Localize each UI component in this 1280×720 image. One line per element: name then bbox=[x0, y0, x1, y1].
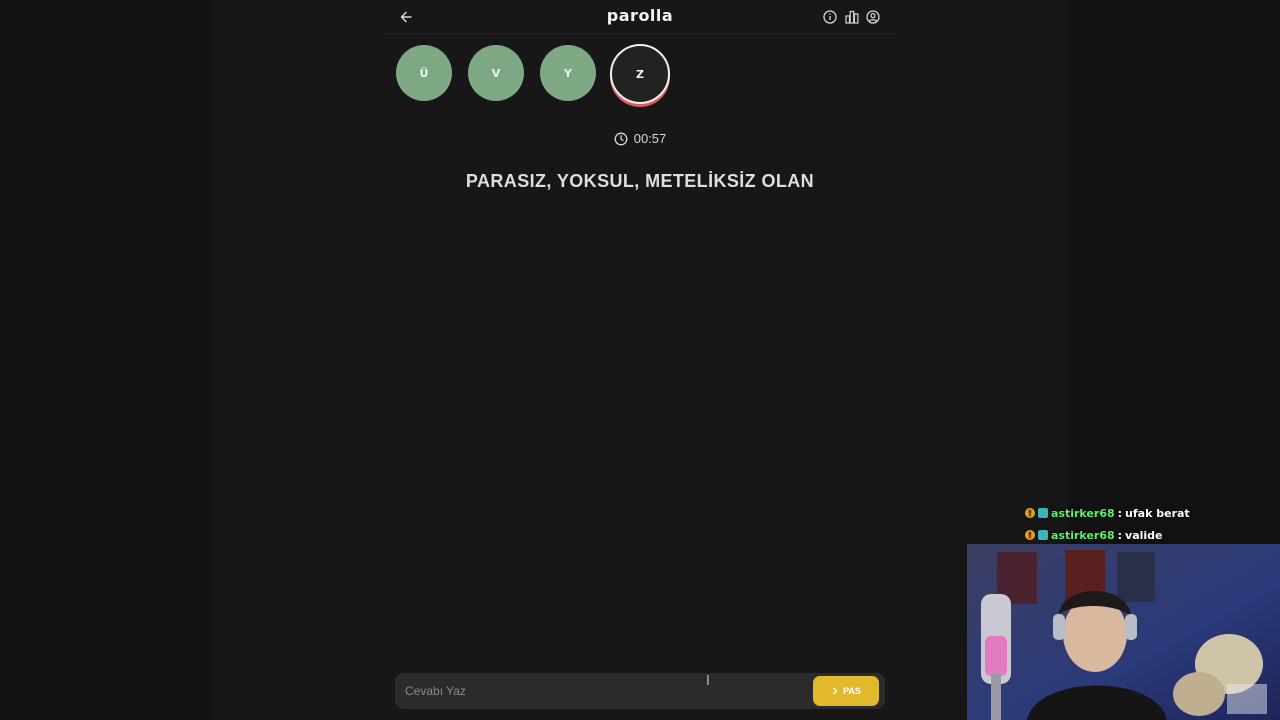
stats-icon bbox=[845, 10, 859, 24]
profile-button[interactable] bbox=[865, 9, 881, 25]
pass-button-label: PAS bbox=[843, 686, 861, 696]
info-button[interactable] bbox=[822, 9, 838, 25]
answer-bar: PAS bbox=[395, 673, 885, 709]
chat-username: astirker68 bbox=[1051, 506, 1115, 520]
webcam-image bbox=[967, 544, 1280, 720]
letter-circle-v[interactable]: V bbox=[468, 45, 524, 101]
clock-icon bbox=[614, 132, 628, 145]
chat-message: ! astirker68 : ufak berat bbox=[1025, 502, 1190, 524]
answer-input[interactable] bbox=[395, 673, 815, 709]
chat-username: astirker68 bbox=[1051, 528, 1115, 542]
stream-chat-overlay: ! astirker68 : ufak berat ! astirker68 :… bbox=[1025, 502, 1190, 546]
chat-text: ufak berat bbox=[1125, 506, 1190, 520]
stats-button[interactable] bbox=[844, 9, 860, 25]
screen: parolla Ü V Y Z 00:57 PARASIZ, YOKSUL, M… bbox=[0, 0, 1280, 720]
webcam-overlay bbox=[967, 544, 1280, 720]
pass-button[interactable]: PAS bbox=[813, 676, 879, 706]
chevron-right-icon bbox=[833, 687, 838, 695]
app-title: parolla bbox=[606, 6, 674, 25]
timer-value: 00:57 bbox=[633, 131, 667, 146]
user-icon bbox=[866, 10, 880, 24]
game-container: parolla Ü V Y Z 00:57 PARASIZ, YOKSUL, M… bbox=[384, 0, 896, 720]
chat-separator: : bbox=[1117, 506, 1123, 520]
chat-text: valide bbox=[1125, 528, 1163, 542]
text-cursor-icon: I bbox=[706, 674, 710, 689]
warning-badge-icon: ! bbox=[1025, 530, 1035, 540]
info-icon bbox=[823, 10, 837, 24]
side-panel-left bbox=[213, 0, 384, 720]
timer: 00:57 bbox=[384, 131, 896, 146]
letter-circle-y[interactable]: Y bbox=[540, 45, 596, 101]
background-left bbox=[0, 0, 213, 720]
top-bar: parolla bbox=[384, 0, 896, 34]
chat-separator: : bbox=[1117, 528, 1123, 542]
developer-badge-icon bbox=[1038, 530, 1048, 540]
chat-message: ! astirker68 : valide bbox=[1025, 524, 1190, 546]
question-text: PARASIZ, YOKSUL, METELİKSİZ OLAN bbox=[465, 171, 815, 191]
letter-circle-z-active[interactable]: Z bbox=[610, 44, 670, 104]
letter-circle-u[interactable]: Ü bbox=[396, 45, 452, 101]
developer-badge-icon bbox=[1038, 508, 1048, 518]
warning-badge-icon: ! bbox=[1025, 508, 1035, 518]
